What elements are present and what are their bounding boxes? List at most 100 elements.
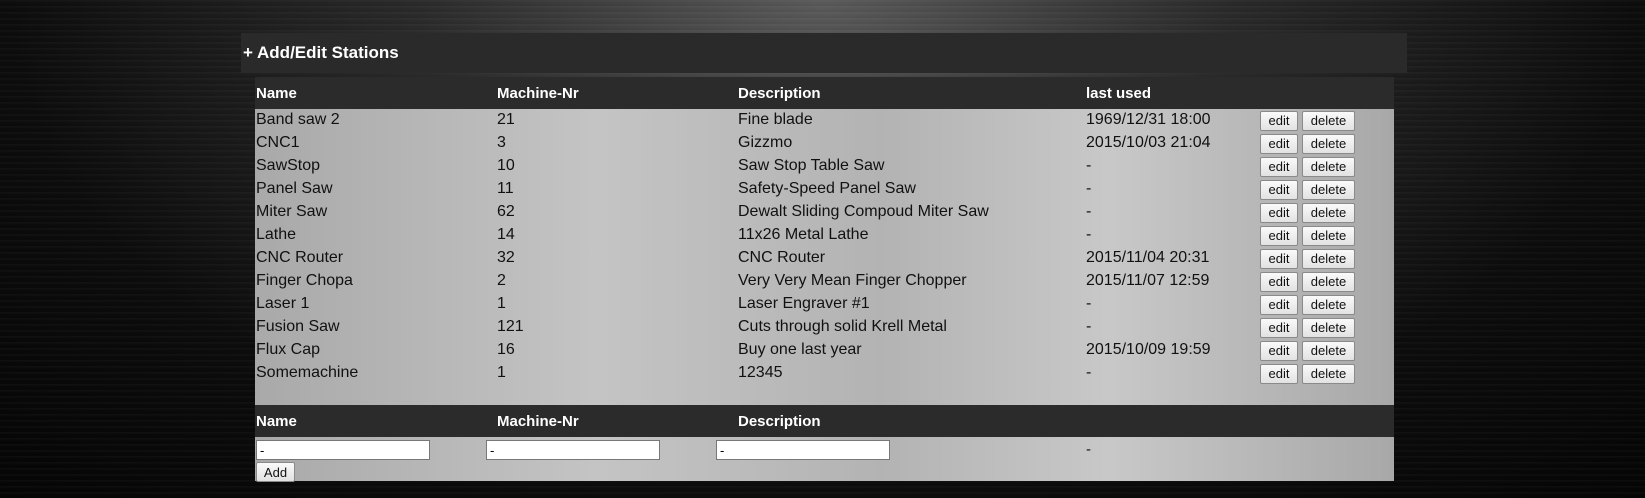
table-row: Panel Saw 11 Safety-Speed Panel Saw - edit de… (255, 178, 1394, 201)
table-row: Miter Saw 62 Dewalt Sliding Compoud Miter … (255, 201, 1394, 224)
row-last-used: 2015/10/09 19:59 (1086, 341, 1211, 358)
panel-title[interactable]: + Add/Edit Stations (241, 33, 1407, 73)
last-used-placeholder: - (1086, 441, 1091, 458)
delete-button[interactable]: delete (1302, 157, 1355, 177)
edit-button[interactable]: edit (1260, 249, 1298, 269)
row-description: Cuts through solid Krell Metal (738, 318, 947, 335)
description-input[interactable] (716, 440, 890, 460)
delete-button[interactable]: delete (1302, 180, 1355, 200)
row-name: Miter Saw (256, 203, 328, 220)
edit-button[interactable]: edit (1260, 272, 1298, 292)
delete-button[interactable]: delete (1302, 226, 1355, 246)
row-last-used: - (1086, 318, 1092, 335)
row-machine-nr: 3 (497, 134, 506, 151)
table-row: CNC1 3 Gizzmo 2015/10/03 21:04 edit delete (255, 132, 1394, 155)
row-machine-nr: 2 (497, 272, 506, 289)
row-name: CNC1 (256, 134, 300, 151)
row-name: Somemachine (256, 364, 359, 381)
row-last-used: 2015/11/07 12:59 (1086, 272, 1210, 289)
delete-button[interactable]: delete (1302, 111, 1355, 131)
add-form-row: - Add (255, 437, 1394, 482)
row-last-used: - (1086, 295, 1092, 312)
row-description: Fine blade (738, 111, 813, 128)
delete-button[interactable]: delete (1302, 341, 1355, 361)
machine-nr-input[interactable] (486, 440, 660, 460)
row-description: Saw Stop Table Saw (738, 157, 885, 174)
row-name: Lathe (256, 226, 297, 243)
row-last-used: 1969/12/31 18:00 (1086, 111, 1211, 128)
edit-button[interactable]: edit (1260, 318, 1298, 338)
name-input[interactable] (256, 440, 430, 460)
row-machine-nr: 21 (497, 111, 515, 128)
row-machine-nr: 16 (497, 341, 515, 358)
row-machine-nr: 32 (497, 249, 515, 266)
row-description: 12345 (738, 364, 783, 381)
row-machine-nr: 1 (497, 364, 506, 381)
row-machine-nr: 10 (497, 157, 515, 174)
table-row: Fusion Saw 121 Cuts through solid Krell Me… (255, 316, 1394, 339)
row-machine-nr: 14 (497, 226, 515, 243)
stations-panel: + Add/Edit Stations Name Machine-Nr Desc… (241, 33, 1407, 482)
delete-button[interactable]: delete (1302, 203, 1355, 223)
row-machine-nr: 11 (497, 180, 514, 197)
edit-button[interactable]: edit (1260, 295, 1298, 315)
row-machine-nr: 1 (497, 295, 506, 312)
add-header-machine-nr: Machine-Nr (497, 413, 579, 430)
row-last-used: 2015/10/03 21:04 (1086, 134, 1211, 151)
add-button[interactable]: Add (256, 462, 295, 482)
row-last-used: - (1086, 226, 1092, 243)
row-name: Fusion Saw (256, 318, 340, 335)
delete-button[interactable]: delete (1302, 295, 1355, 315)
header-machine-nr: Machine-Nr (497, 85, 579, 102)
row-name: SawStop (256, 157, 321, 174)
edit-button[interactable]: edit (1260, 111, 1298, 131)
stations-table-body: Band saw 2 21 Fine blade 1969/12/31 18:00 ed… (255, 109, 1394, 385)
edit-button[interactable]: edit (1260, 180, 1298, 200)
table-row: Laser 1 1 Laser Engraver #1 - edit delete (255, 293, 1394, 316)
header-name: Name (256, 85, 297, 102)
row-name: Band saw 2 (256, 111, 340, 128)
delete-button[interactable]: delete (1302, 272, 1355, 292)
row-last-used: - (1086, 157, 1092, 174)
row-last-used: - (1086, 203, 1092, 220)
edit-button[interactable]: edit (1260, 157, 1298, 177)
table-header: Name Machine-Nr Description last used (255, 77, 1394, 109)
row-description: CNC Router (738, 249, 826, 266)
row-name: Panel Saw (256, 180, 333, 197)
row-name: Flux Cap (256, 341, 321, 358)
row-description: Buy one last year (738, 341, 862, 358)
header-last-used: last used (1086, 85, 1152, 102)
add-header-name: Name (256, 413, 297, 430)
delete-button[interactable]: delete (1302, 364, 1355, 384)
row-description: Dewalt Sliding Compoud Miter Saw (738, 203, 989, 220)
row-description: Gizzmo (738, 134, 793, 151)
table-row: CNC Router 32 CNC Router 2015/11/04 20:31 ed… (255, 247, 1394, 270)
delete-button[interactable]: delete (1302, 249, 1355, 269)
table-row: Flux Cap 16 Buy one last year 2015/10/09 19… (255, 339, 1394, 362)
edit-button[interactable]: edit (1260, 341, 1298, 361)
delete-button[interactable]: delete (1302, 318, 1355, 338)
row-name: CNC Router (256, 249, 344, 266)
row-last-used: 2015/11/04 20:31 (1086, 249, 1210, 266)
edit-button[interactable]: edit (1260, 364, 1298, 384)
table-row: Somemachine 1 12345 - edit delete (255, 362, 1394, 385)
row-last-used: - (1086, 180, 1092, 197)
header-description: Description (738, 85, 821, 102)
table-row: SawStop 10 Saw Stop Table Saw - edit delete (255, 155, 1394, 178)
delete-button[interactable]: delete (1302, 134, 1355, 154)
row-last-used: - (1086, 364, 1092, 381)
stations-content: Name Machine-Nr Description last used Ba… (255, 77, 1394, 482)
table-row: Lathe 14 11x26 Metal Lathe - edit delete (255, 224, 1394, 247)
table-row: Finger Chopa 2 Very Very Mean Finger Chopp… (255, 270, 1394, 293)
row-description: Safety-Speed Panel Saw (738, 180, 916, 197)
row-description: Very Very Mean Finger Chopper (738, 272, 967, 289)
edit-button[interactable]: edit (1260, 226, 1298, 246)
row-description: Laser Engraver #1 (738, 295, 870, 312)
row-name: Laser 1 (256, 295, 310, 312)
row-description: 11x26 Metal Lathe (738, 226, 869, 243)
edit-button[interactable]: edit (1260, 134, 1298, 154)
add-header-description: Description (738, 413, 821, 430)
edit-button[interactable]: edit (1260, 203, 1298, 223)
row-name: Finger Chopa (256, 272, 353, 289)
table-row: Band saw 2 21 Fine blade 1969/12/31 18:00 ed… (255, 109, 1394, 132)
